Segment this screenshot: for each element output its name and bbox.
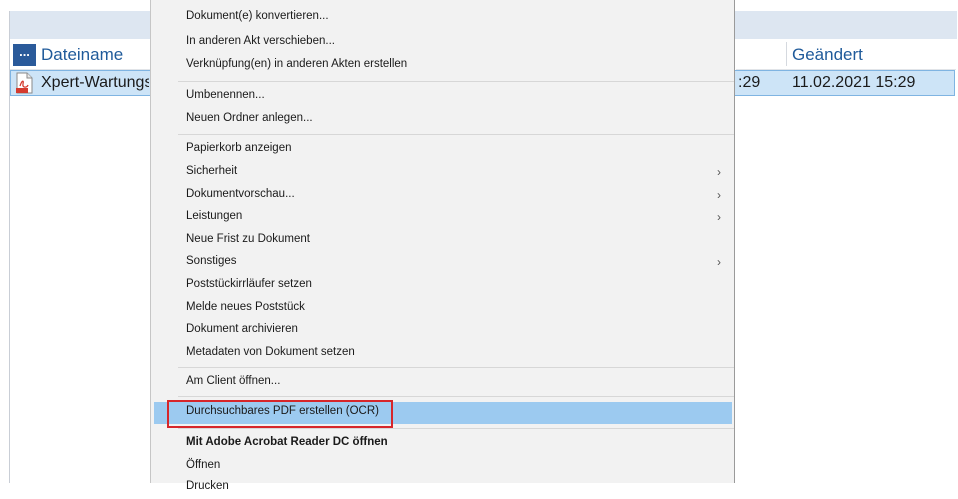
column-chooser-button[interactable]: ... <box>13 44 36 66</box>
menu-separator <box>178 367 734 368</box>
menu-item-poststueckirrlaeufer[interactable]: Poststückirrläufer setzen <box>151 275 734 297</box>
menu-item-dokumentvorschau[interactable]: Dokumentvorschau... › <box>151 185 734 207</box>
menu-item-label: In anderen Akt verschieben... <box>186 35 335 47</box>
menu-item-metadaten-setzen[interactable]: Metadaten von Dokument setzen <box>151 343 734 365</box>
menu-item-in-anderen-akt-verschieben[interactable]: In anderen Akt verschieben... <box>151 32 734 54</box>
menu-item-label: Melde neues Poststück <box>186 301 305 313</box>
chevron-right-icon: › <box>717 165 721 179</box>
menu-item-mit-adobe-oeffnen[interactable]: Mit Adobe Acrobat Reader DC öffnen <box>151 433 734 455</box>
menu-item-label: Umbenennen... <box>186 89 265 101</box>
chevron-right-icon: › <box>717 210 721 224</box>
menu-item-label: Dokument archivieren <box>186 323 298 335</box>
menu-item-neuen-ordner-anlegen[interactable]: Neuen Ordner anlegen... <box>151 109 734 131</box>
annotation-highlight-box <box>167 400 393 428</box>
menu-separator <box>178 134 734 135</box>
menu-item-label: Neuen Ordner anlegen... <box>186 112 313 124</box>
menu-item-label: Drucken <box>186 480 229 492</box>
menu-item-sicherheit[interactable]: Sicherheit › <box>151 162 734 184</box>
column-header-filename[interactable]: Dateiname <box>41 45 123 65</box>
menu-item-label: Poststückirrläufer setzen <box>186 278 312 290</box>
column-divider[interactable] <box>786 42 787 66</box>
pdf-file-icon <box>16 72 33 94</box>
menu-item-label: Neue Frist zu Dokument <box>186 233 310 245</box>
chevron-right-icon: › <box>717 188 721 202</box>
menu-item-oeffnen[interactable]: Öffnen <box>151 456 734 478</box>
menu-item-melde-neues-poststueck[interactable]: Melde neues Poststück <box>151 298 734 320</box>
menu-separator <box>178 81 734 82</box>
menu-item-verknuepfung-erstellen[interactable]: Verknüpfung(en) in anderen Akten erstell… <box>151 55 734 77</box>
menu-item-dokumente-konvertieren[interactable]: Dokument(e) konvertieren... <box>151 7 734 29</box>
menu-item-papierkorb-anzeigen[interactable]: Papierkorb anzeigen <box>151 139 734 161</box>
file-name-cell[interactable]: Xpert-Wartungs <box>41 74 149 92</box>
menu-item-label: Leistungen <box>186 210 243 222</box>
menu-item-sonstiges[interactable]: Sonstiges › <box>151 252 734 274</box>
menu-item-label: Verknüpfung(en) in anderen Akten erstell… <box>186 58 408 70</box>
menu-item-am-client-oeffnen[interactable]: Am Client öffnen... <box>151 372 734 394</box>
menu-item-umbenennen[interactable]: Umbenennen... <box>151 86 734 108</box>
menu-item-neue-frist[interactable]: Neue Frist zu Dokument <box>151 230 734 252</box>
menu-item-label: Dokument(e) konvertieren... <box>186 10 329 22</box>
menu-item-label: Papierkorb anzeigen <box>186 142 292 154</box>
chevron-right-icon: › <box>717 255 721 269</box>
changed-date-cell: 11.02.2021 15:29 <box>792 74 916 91</box>
menu-item-label: Dokumentvorschau... <box>186 188 295 200</box>
menu-item-label: Sicherheit <box>186 165 238 177</box>
menu-separator <box>178 396 734 397</box>
menu-item-label: Sonstiges <box>186 255 237 267</box>
menu-item-drucken[interactable]: Drucken <box>151 477 734 499</box>
menu-item-dokument-archivieren[interactable]: Dokument archivieren <box>151 320 734 342</box>
menu-item-label: Metadaten von Dokument setzen <box>186 346 355 358</box>
time-cell-fragment: :29 <box>738 74 761 91</box>
menu-separator <box>178 428 734 429</box>
menu-item-label: Am Client öffnen... <box>186 375 281 387</box>
menu-item-label: Mit Adobe Acrobat Reader DC öffnen <box>186 436 388 448</box>
menu-item-leistungen[interactable]: Leistungen › <box>151 207 734 229</box>
column-header-changed[interactable]: Geändert <box>792 45 863 65</box>
menu-item-label: Öffnen <box>186 459 221 471</box>
